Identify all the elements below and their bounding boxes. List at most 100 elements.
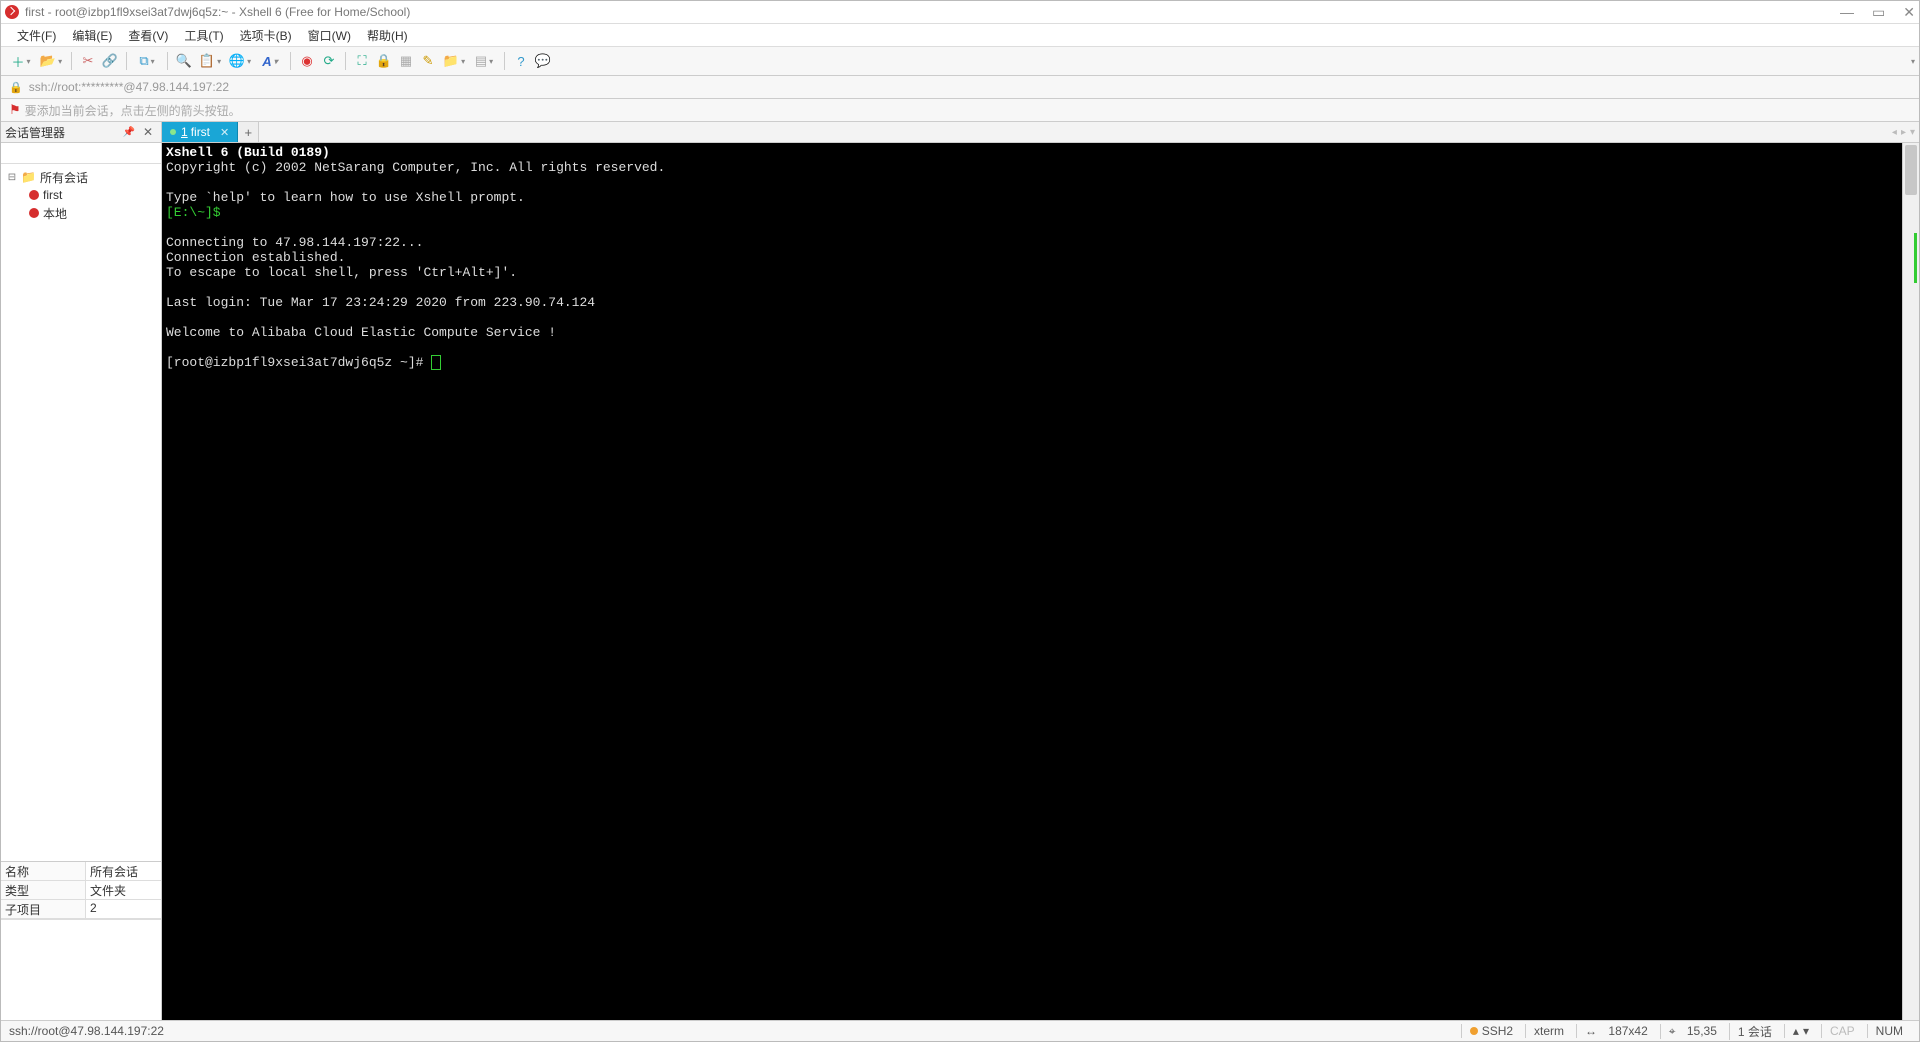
link-button[interactable]: 🔗 xyxy=(100,51,120,71)
chat-button[interactable]: 💬 xyxy=(533,51,553,71)
tree-item-label: 本地 xyxy=(43,205,67,222)
sidebar-search-input[interactable] xyxy=(5,145,164,161)
box-button[interactable]: ▦ xyxy=(396,51,416,71)
app-logo-icon xyxy=(5,5,19,19)
tab-label: first xyxy=(191,125,210,139)
maximize-button[interactable]: ▭ xyxy=(1872,4,1885,21)
minimize-button[interactable]: — xyxy=(1840,4,1854,21)
status-cap: CAP xyxy=(1821,1024,1863,1038)
down-icon[interactable]: ▾ xyxy=(1803,1024,1809,1038)
window-title: first - root@izbp1fl9xsei3at7dwj6q5z:~ -… xyxy=(25,5,410,19)
fullscreen-button[interactable]: ⛶ xyxy=(352,51,372,71)
sidebar-search[interactable]: 🔍 xyxy=(1,143,161,164)
folder-button[interactable]: 📁 xyxy=(440,51,468,71)
menu-help[interactable]: 帮助(H) xyxy=(361,25,414,46)
search-button[interactable]: 🔍 xyxy=(174,51,194,71)
lock-button[interactable]: 🔒 xyxy=(374,51,394,71)
prop-value: 2 xyxy=(86,900,161,918)
separator xyxy=(126,52,127,70)
sidebar-spacer xyxy=(1,919,161,1020)
open-button[interactable]: 📂 xyxy=(37,51,65,71)
menu-edit[interactable]: 编辑(E) xyxy=(66,25,118,46)
close-button[interactable]: ✕ xyxy=(1903,4,1915,21)
up-icon[interactable]: ▴ xyxy=(1793,1024,1799,1038)
term-line: To escape to local shell, press 'Ctrl+Al… xyxy=(166,265,517,280)
sidebar-close-button[interactable]: ✕ xyxy=(139,125,157,139)
status-ssh-text: SSH2 xyxy=(1482,1024,1513,1038)
status-size: ↔ 187x42 xyxy=(1576,1024,1656,1038)
tab-next-button[interactable]: ▸ xyxy=(1901,127,1906,138)
copy-button[interactable]: ⧉ xyxy=(133,51,161,71)
main-body: 会话管理器 📌 ✕ 🔍 ⊟ 📁 所有会话 first xyxy=(1,122,1919,1020)
tab-bar: 1 first ✕ + ◂ ▸ ▾ xyxy=(162,122,1919,143)
menu-tabs[interactable]: 选项卡(B) xyxy=(234,25,298,46)
scrollbar-thumb[interactable] xyxy=(1905,145,1917,195)
help-button[interactable]: ? xyxy=(511,51,531,71)
lock-icon: 🔒 xyxy=(9,81,23,94)
prop-key: 名称 xyxy=(1,862,86,880)
tab-close-button[interactable]: ✕ xyxy=(220,126,229,139)
tree-item-local[interactable]: 本地 xyxy=(3,204,159,222)
hint-text: 要添加当前会话，点击左侧的箭头按钮。 xyxy=(25,102,241,119)
terminal-scrollbar[interactable] xyxy=(1902,143,1919,1020)
add-tab-button[interactable]: + xyxy=(238,122,259,142)
reload-button[interactable]: ◉ xyxy=(297,51,317,71)
size-icon: ↔ xyxy=(1585,1024,1597,1038)
flag-icon: ⚑ xyxy=(9,102,21,118)
term-line: Connecting to 47.98.144.197:22... xyxy=(166,235,423,250)
pin-button[interactable]: 📌 xyxy=(118,127,138,138)
prop-row: 子项目 2 xyxy=(1,900,161,919)
terminal[interactable]: Xshell 6 (Build 0189) Copyright (c) 2002… xyxy=(162,143,1902,1020)
status-bar: ssh://root@47.98.144.197:22 SSH2 xterm ↔… xyxy=(1,1020,1919,1041)
globe-button[interactable]: 🌐 xyxy=(226,51,254,71)
tree-item-label: first xyxy=(43,188,62,202)
highlight-button[interactable]: ✎ xyxy=(418,51,438,71)
tree-root[interactable]: ⊟ 📁 所有会话 xyxy=(3,168,159,186)
refresh-button[interactable]: ⟳ xyxy=(319,51,339,71)
separator xyxy=(345,52,346,70)
tab-list-button[interactable]: ▾ xyxy=(1910,127,1915,138)
term-line: Connection established. xyxy=(166,250,345,265)
session-tree: ⊟ 📁 所有会话 first 本地 xyxy=(1,164,161,861)
term-prompt: [root@izbp1fl9xsei3at7dwj6q5z ~]# xyxy=(166,355,431,370)
led-icon xyxy=(1470,1027,1478,1035)
session-icon xyxy=(29,208,39,218)
prop-value: 文件夹 xyxy=(86,881,161,899)
cut-button[interactable]: ✂ xyxy=(78,51,98,71)
session-sidebar: 会话管理器 📌 ✕ 🔍 ⊟ 📁 所有会话 first xyxy=(1,122,162,1020)
new-session-button[interactable]: ＋ xyxy=(7,51,35,71)
prop-value: 所有会话 xyxy=(86,862,161,880)
separator xyxy=(167,52,168,70)
font-button[interactable]: A xyxy=(256,51,284,71)
folder-icon: 📁 xyxy=(21,170,36,184)
status-pos: ⌖ 15,35 xyxy=(1660,1024,1725,1039)
properties-table: 名称 所有会话 类型 文件夹 子项目 2 xyxy=(1,861,161,919)
title-bar: first - root@izbp1fl9xsei3at7dwj6q5z:~ -… xyxy=(1,1,1919,24)
main-pane: 1 first ✕ + ◂ ▸ ▾ Xshell 6 (Build 0189) … xyxy=(162,122,1919,1020)
term-line: Type `help' to learn how to use Xshell p… xyxy=(166,190,525,205)
tab-first[interactable]: 1 first ✕ xyxy=(162,122,238,142)
term-line: Xshell 6 (Build 0189) xyxy=(166,145,330,160)
status-size-text: 187x42 xyxy=(1608,1024,1647,1038)
app-window: first - root@izbp1fl9xsei3at7dwj6q5z:~ -… xyxy=(0,0,1920,1042)
menu-tools[interactable]: 工具(T) xyxy=(178,25,229,46)
prop-row: 名称 所有会话 xyxy=(1,862,161,881)
window-button[interactable]: ▤ xyxy=(470,51,498,71)
address-text: ssh://root:*********@47.98.144.197:22 xyxy=(29,80,229,94)
tree-item-first[interactable]: first xyxy=(3,186,159,204)
status-ssh: SSH2 xyxy=(1461,1024,1521,1038)
paste-button[interactable]: 📋 xyxy=(196,51,224,71)
toolbar: ＋ 📂 ✂ 🔗 ⧉ 🔍 📋 🌐 A ◉ ⟳ ⛶ 🔒 ▦ ✎ 📁 ▤ ? 💬 ▾ xyxy=(1,47,1919,76)
menu-file[interactable]: 文件(F) xyxy=(11,25,62,46)
collapse-icon[interactable]: ⊟ xyxy=(7,172,17,183)
address-bar[interactable]: 🔒 ssh://root:*********@47.98.144.197:22 xyxy=(1,76,1919,99)
term-prompt-local: [E:\~]$ xyxy=(166,205,221,220)
terminal-wrap: Xshell 6 (Build 0189) Copyright (c) 2002… xyxy=(162,143,1919,1020)
toolbar-overflow[interactable]: ▾ xyxy=(1911,57,1915,66)
pos-icon: ⌖ xyxy=(1669,1024,1676,1039)
tree-root-label: 所有会话 xyxy=(40,169,88,186)
menu-window[interactable]: 窗口(W) xyxy=(302,25,357,46)
separator xyxy=(290,52,291,70)
menu-view[interactable]: 查看(V) xyxy=(122,25,174,46)
tab-prev-button[interactable]: ◂ xyxy=(1892,127,1897,138)
